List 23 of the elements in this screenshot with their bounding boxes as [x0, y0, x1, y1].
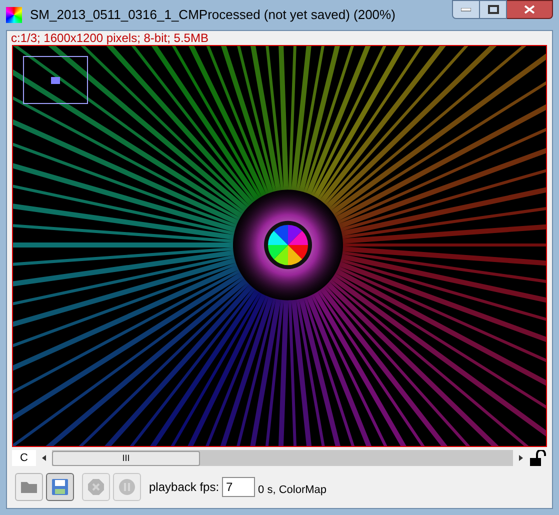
close-button[interactable]	[507, 0, 553, 19]
fps-input[interactable]: 7	[222, 477, 256, 497]
unlocked-padlock-icon[interactable]	[529, 450, 547, 466]
maximize-button[interactable]	[480, 0, 507, 19]
save-button[interactable]	[46, 473, 74, 501]
folder-icon	[20, 480, 38, 494]
stop-icon	[87, 478, 105, 496]
close-icon	[524, 5, 535, 14]
window-title: SM_2013_0511_0316_1_CMProcessed (not yet saved) (200%)	[30, 6, 396, 24]
app-icon	[6, 7, 22, 23]
scrollbar[interactable]: III	[36, 450, 529, 466]
pause-icon	[118, 478, 136, 496]
scroll-left-icon[interactable]	[36, 450, 52, 466]
status-text: 0 s, ColorMap	[258, 482, 327, 498]
channel-label: C	[12, 450, 36, 466]
folder-button[interactable]	[15, 473, 43, 501]
image-info: c:1/3; 1600x1200 pixels; 8-bit; 5.5MB	[10, 31, 210, 45]
fps-label: playback fps:	[149, 479, 220, 496]
maximize-icon	[488, 5, 498, 14]
scrollbar-thumb[interactable]: III	[52, 450, 200, 466]
scroll-right-icon[interactable]	[513, 450, 529, 466]
minimize-icon	[461, 8, 471, 12]
minimize-button[interactable]	[452, 0, 480, 19]
